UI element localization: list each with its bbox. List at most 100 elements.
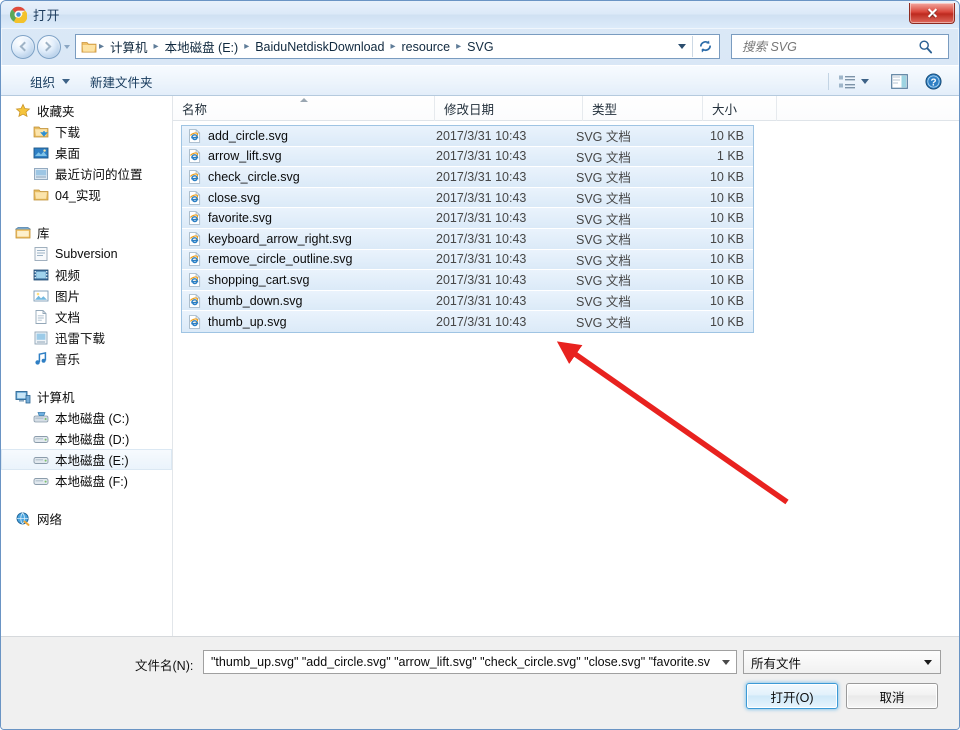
file-type-filter-select[interactable]: 所有文件 [743, 650, 941, 674]
file-date-cell: 2017/3/31 10:43 [436, 231, 527, 246]
change-view-button[interactable] [833, 70, 875, 93]
filename-field[interactable] [203, 650, 737, 674]
close-icon[interactable] [909, 3, 955, 24]
file-row[interactable]: remove_circle_outline.svg 2017/3/31 10:43… [182, 249, 753, 271]
search-input[interactable] [740, 38, 918, 55]
command-toolbar: 组织 新建文件夹 ? [1, 65, 959, 96]
sidebar-group-libraries: 库 Subversion 视频 图片 文档 迅雷下载 音乐 [1, 222, 172, 369]
file-type-cell: SVG 文档 [576, 295, 631, 310]
breadcrumb-item-3[interactable]: resource [398, 38, 455, 56]
file-type-cell: SVG 文档 [576, 150, 631, 165]
documents-icon [35, 309, 47, 324]
file-row[interactable]: close.svg 2017/3/31 10:43 SVG 文档 10 KB [182, 187, 753, 209]
file-name: add_circle.svg [208, 128, 288, 143]
sidebar-item-label: 04_实现 [55, 189, 101, 203]
navigation-sidebar[interactable]: 收藏夹 下载 桌面 最近访问的位置 04_实现 库 Subversion 视频 … [1, 96, 173, 636]
sidebar-item-drive-e[interactable]: 本地磁盘 (E:) [1, 449, 172, 470]
file-row[interactable]: favorite.svg 2017/3/31 10:43 SVG 文档 10 KB [182, 208, 753, 229]
chevron-down-icon [62, 79, 71, 84]
chevron-down-icon[interactable] [673, 35, 691, 58]
breadcrumb-separator-3: ▸ [390, 41, 396, 52]
sidebar-item-music[interactable]: 音乐 [1, 348, 172, 369]
column-header-name[interactable]: 名称 [173, 95, 435, 121]
help-button[interactable]: ? [919, 70, 947, 93]
breadcrumb-item-4[interactable]: SVG [463, 38, 497, 56]
back-button[interactable] [11, 35, 35, 59]
open-button[interactable]: 打开(O) [746, 683, 838, 709]
address-breadcrumb-bar[interactable]: ▸ 计算机 ▸ 本地磁盘 (E:) ▸ BaiduNetdiskDownload… [75, 34, 720, 59]
sidebar-header-favorites[interactable]: 收藏夹 [1, 100, 172, 121]
ie-document-icon [189, 231, 201, 246]
breadcrumb-item-0[interactable]: 计算机 [106, 35, 152, 58]
ie-document-icon [189, 129, 201, 143]
sidebar-item-subversion[interactable]: Subversion [1, 243, 172, 264]
file-name: shopping_cart.svg [208, 272, 310, 287]
network-icon [16, 511, 30, 526]
sidebar-item-recent-places[interactable]: 最近访问的位置 [1, 163, 172, 184]
sidebar-item-drive-c[interactable]: 本地磁盘 (C:) [1, 407, 172, 428]
file-row[interactable]: add_circle.svg 2017/3/31 10:43 SVG 文档 10 KB [182, 126, 753, 147]
file-row[interactable]: keyboard_arrow_right.svg 2017/3/31 10:43 S… [182, 228, 753, 250]
computer-icon [15, 390, 31, 403]
column-header-date[interactable]: 修改日期 [435, 95, 583, 121]
file-date-cell: 2017/3/31 10:43 [436, 314, 527, 329]
file-name: thumb_up.svg [208, 314, 287, 329]
sidebar-item-videos[interactable]: 视频 [1, 264, 172, 285]
breadcrumb-item-1[interactable]: 本地磁盘 (E:) [161, 35, 243, 58]
sidebar-item-label: 文档 [55, 311, 81, 325]
thunder-download-icon [34, 331, 48, 344]
sidebar-item-downloads[interactable]: 下载 [1, 121, 172, 142]
file-name: close.svg [208, 190, 261, 205]
preview-pane-button[interactable] [885, 70, 913, 93]
sidebar-item-pictures[interactable]: 图片 [1, 285, 172, 306]
file-name: check_circle.svg [208, 169, 300, 184]
file-row[interactable]: check_circle.svg 2017/3/31 10:43 SVG 文档 10 … [182, 167, 753, 188]
file-row[interactable]: shopping_cart.svg 2017/3/31 10:43 SVG 文档 10… [182, 270, 753, 291]
sidebar-item-documents[interactable]: 文档 [1, 306, 172, 327]
toolbar-divider [828, 73, 829, 90]
sidebar-header-network[interactable]: 网络 [1, 508, 172, 529]
svg-text:?: ? [930, 77, 936, 88]
file-type-cell: SVG 文档 [576, 130, 631, 145]
drive-icon [33, 477, 49, 485]
column-header-size[interactable]: 大小 [703, 95, 777, 121]
file-row[interactable]: thumb_down.svg 2017/3/31 10:43 SVG 文档 10 KB [182, 290, 753, 312]
column-label: 类型 [592, 102, 618, 117]
file-date-cell: 2017/3/31 10:43 [436, 149, 527, 164]
column-header-type[interactable]: 类型 [583, 95, 703, 121]
sidebar-item-desktop[interactable]: 桌面 [1, 142, 172, 163]
forward-button[interactable] [37, 35, 61, 59]
sidebar-item-drive-f[interactable]: 本地磁盘 (F:) [1, 470, 172, 491]
drive-icon [33, 456, 49, 464]
new-folder-button[interactable]: 新建文件夹 [83, 71, 160, 92]
file-name-cell: check_circle.svg [182, 169, 436, 185]
file-list[interactable]: add_circle.svg 2017/3/31 10:43 SVG 文档 10 KB… [181, 125, 754, 333]
file-row[interactable]: thumb_up.svg 2017/3/31 10:43 SVG 文档 10 KB [182, 311, 753, 332]
sidebar-item-04-shixian[interactable]: 04_实现 [1, 184, 172, 205]
sidebar-item-label: 本地磁盘 (C:) [55, 412, 130, 426]
chevron-down-icon[interactable] [716, 651, 736, 673]
filename-input[interactable] [209, 654, 716, 670]
file-size-cell: 10 KB [709, 272, 744, 287]
history-dropdown-icon[interactable] [64, 45, 70, 49]
dialog-body: 收藏夹 下载 桌面 最近访问的位置 04_实现 库 Subversion 视频 … [1, 95, 959, 636]
file-type-cell: SVG 文档 [576, 253, 631, 268]
breadcrumb-item-2[interactable]: BaiduNetdiskDownload [251, 38, 388, 56]
sidebar-item-drive-d[interactable]: 本地磁盘 (D:) [1, 428, 172, 449]
sidebar-item-thunder-download[interactable]: 迅雷下载 [1, 327, 172, 348]
chevron-down-icon [861, 79, 869, 84]
organize-button[interactable]: 组织 [23, 71, 77, 92]
preview-pane-icon [890, 74, 908, 89]
file-row[interactable]: arrow_lift.svg 2017/3/31 10:43 SVG 文档 1 KB [182, 146, 753, 168]
sidebar-item-label: 最近访问的位置 [55, 168, 143, 182]
ie-document-icon [189, 252, 201, 267]
new-folder-label: 新建文件夹 [90, 76, 153, 90]
system-drive-icon [33, 411, 49, 422]
file-name-cell: thumb_down.svg [182, 293, 436, 309]
search-box[interactable] [731, 34, 949, 59]
file-date-cell: 2017/3/31 10:43 [436, 272, 527, 287]
sidebar-header-computer[interactable]: 计算机 [1, 386, 172, 407]
refresh-icon[interactable] [692, 36, 718, 57]
cancel-button[interactable]: 取消 [846, 683, 938, 709]
sidebar-header-libraries[interactable]: 库 [1, 222, 172, 243]
